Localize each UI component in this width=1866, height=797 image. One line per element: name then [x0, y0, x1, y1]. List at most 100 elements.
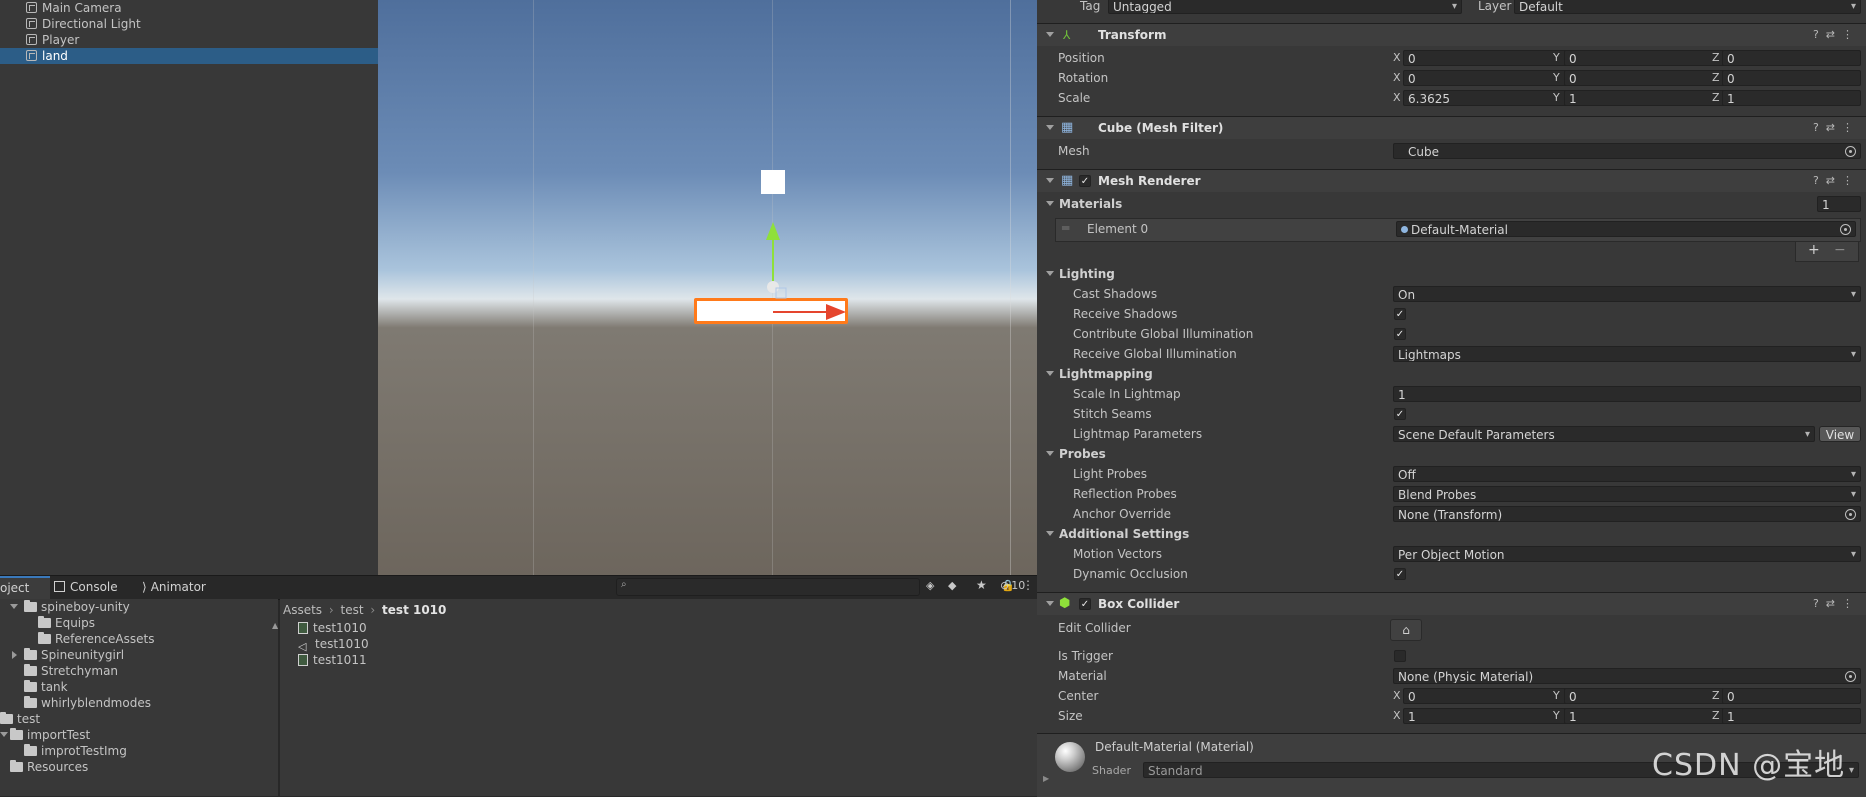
folder-icon [24, 600, 37, 612]
inspector-panel: Tag Untagged Layer Default ⅄ Transform ?… [1037, 0, 1866, 797]
size-row: Size X 1 Y 1 Z 1 [1037, 706, 1866, 726]
physic-material-field[interactable]: None (Physic Material) [1393, 668, 1861, 684]
expand-arrow-icon[interactable] [0, 732, 8, 737]
scene-view[interactable] [378, 0, 1037, 575]
axis-x-label: X [1393, 91, 1401, 104]
breadcrumb-current[interactable]: test 1010 [382, 603, 446, 617]
layer-dropdown[interactable]: Default [1514, 0, 1861, 14]
lightmap-params-dropdown[interactable]: Scene Default Parameters [1393, 426, 1815, 442]
object-picker-icon[interactable] [1845, 509, 1856, 520]
size-z-field[interactable]: 1 [1722, 708, 1861, 724]
center-label: Center [1058, 689, 1099, 703]
scene-file-icon: ◁ [298, 640, 307, 653]
object-picker-icon[interactable] [1845, 671, 1856, 682]
enabled-checkbox[interactable]: ✓ [1079, 598, 1091, 610]
cast-shadows-dropdown[interactable]: On [1393, 286, 1861, 302]
expand-arrow-icon[interactable]: ▶ [1043, 774, 1049, 783]
drag-handle-icon[interactable]: ═ [1062, 221, 1069, 235]
axis-z-label: Z [1712, 709, 1720, 722]
probes-section[interactable]: Probes [1037, 444, 1866, 464]
breadcrumb-assets[interactable]: Assets [283, 603, 322, 617]
lighting-section[interactable]: Lighting [1037, 264, 1866, 284]
add-element-icon[interactable]: + [1808, 242, 1820, 259]
component-actions[interactable]: ?⇄⋮ [1813, 24, 1860, 46]
receive-gi-dropdown[interactable]: Lightmaps [1393, 346, 1861, 362]
breadcrumb-test[interactable]: test [341, 603, 364, 617]
folder-tank[interactable]: tank [24, 679, 68, 695]
remove-element-icon[interactable]: − [1834, 242, 1846, 259]
additional-settings-section[interactable]: Additional Settings [1037, 524, 1866, 544]
folder-stretchyman[interactable]: Stretchyman [24, 663, 118, 679]
scale-in-lightmap-field[interactable]: 1 [1393, 386, 1861, 402]
hidden-packages-icon[interactable]: ⊘ 10 [1000, 579, 1025, 592]
edit-collider-button[interactable]: ⌂ [1390, 619, 1422, 641]
materials-count-field[interactable]: 1 [1817, 196, 1861, 212]
folder-test[interactable]: test [0, 711, 40, 727]
tab-project[interactable]: oject [0, 576, 50, 599]
hierarchy-item-directional-light[interactable]: Directional Light [0, 16, 378, 32]
materials-row[interactable]: Materials 1 [1037, 194, 1866, 214]
component-actions[interactable]: ?⇄⋮ [1813, 170, 1860, 192]
tab-animator[interactable]: ⟩ Animator [142, 576, 232, 599]
folder-resources[interactable]: Resources [10, 759, 88, 775]
enabled-checkbox[interactable]: ✓ [1079, 175, 1091, 187]
folder-improttestimg[interactable]: improtTestImg [24, 743, 127, 759]
light-probes-dropdown[interactable]: Off [1393, 466, 1861, 482]
additional-settings-label: Additional Settings [1059, 527, 1190, 541]
center-z-field[interactable]: 0 [1722, 688, 1861, 704]
mesh-object-field[interactable]: Cube [1393, 143, 1861, 159]
rotation-z-field[interactable]: 0 [1722, 70, 1861, 86]
collapse-icon [1046, 271, 1054, 276]
mesh-renderer-icon: ▦ [1061, 173, 1074, 188]
lightmapping-section[interactable]: Lightmapping [1037, 364, 1866, 384]
folder-importtest[interactable]: importTest [10, 727, 90, 743]
anchor-override-field[interactable]: None (Transform) [1393, 506, 1861, 522]
position-z-field[interactable]: 0 [1722, 50, 1861, 66]
project-search-input[interactable]: ⌕ [616, 578, 920, 596]
is-trigger-checkbox[interactable] [1394, 650, 1406, 662]
folder-spineunitygirl[interactable]: Spineunitygirl [24, 647, 124, 663]
file-item[interactable]: ◁ test1010 [298, 636, 369, 653]
reflection-probes-dropdown[interactable]: Blend Probes [1393, 486, 1861, 502]
scale-in-lightmap-row: Scale In Lightmap 1 [1037, 384, 1866, 404]
filter-type-icon[interactable]: ◈ [926, 579, 934, 592]
folder-referenceassets[interactable]: ReferenceAssets [38, 631, 154, 647]
folder-equips[interactable]: Equips [38, 615, 95, 631]
contribute-gi-label: Contribute Global Illumination [1073, 327, 1254, 341]
file-item[interactable]: test1010 [298, 620, 367, 636]
folder-spineboy-unity[interactable]: spineboy-unity [24, 599, 130, 615]
receive-shadows-checkbox[interactable]: ✓ [1394, 308, 1406, 320]
component-title: Cube (Mesh Filter) [1098, 121, 1224, 135]
hierarchy-item-player[interactable]: Player [0, 32, 378, 48]
transform-header[interactable]: ⅄ Transform ?⇄⋮ [1037, 23, 1866, 46]
file-item[interactable]: test1011 [298, 652, 367, 668]
mesh-filter-header[interactable]: ▦ Cube (Mesh Filter) ?⇄⋮ [1037, 116, 1866, 139]
collapse-arrow-icon[interactable] [12, 651, 17, 659]
tag-dropdown[interactable]: Untagged [1108, 0, 1462, 14]
mesh-renderer-header[interactable]: ▦ ✓ Mesh Renderer ?⇄⋮ [1037, 169, 1866, 192]
folder-whirlyblendmodes[interactable]: whirlyblendmodes [24, 695, 151, 711]
stitch-seams-checkbox[interactable]: ✓ [1394, 408, 1406, 420]
scale-z-field[interactable]: 1 [1722, 90, 1861, 106]
expand-arrow-icon[interactable] [10, 604, 18, 609]
favorites-star-icon[interactable]: ★ [976, 578, 987, 592]
motion-vectors-dropdown[interactable]: Per Object Motion [1393, 546, 1861, 562]
material-object-field[interactable]: Default-Material [1396, 221, 1856, 237]
dynamic-occlusion-checkbox[interactable]: ✓ [1394, 568, 1406, 580]
view-button[interactable]: View [1819, 426, 1861, 442]
hierarchy-item-main-camera[interactable]: Main Camera [0, 0, 378, 16]
move-gizmo[interactable] [738, 218, 858, 330]
scroll-up-icon[interactable]: ▲ [272, 621, 278, 630]
tab-console[interactable]: Console [54, 576, 134, 599]
filter-label-icon[interactable]: ◆ [948, 579, 956, 592]
object-picker-icon[interactable] [1845, 146, 1856, 157]
object-picker-icon[interactable] [1840, 224, 1851, 235]
list-add-remove: + − [1795, 242, 1859, 262]
collapse-icon [1046, 178, 1054, 183]
component-actions[interactable]: ?⇄⋮ [1813, 593, 1860, 615]
component-actions[interactable]: ?⇄⋮ [1813, 117, 1860, 139]
hierarchy-item-land[interactable]: land [0, 48, 378, 64]
box-collider-header[interactable]: ⬢ ✓ Box Collider ?⇄⋮ [1037, 592, 1866, 615]
contribute-gi-checkbox[interactable]: ✓ [1394, 328, 1406, 340]
player-object[interactable] [761, 170, 785, 194]
